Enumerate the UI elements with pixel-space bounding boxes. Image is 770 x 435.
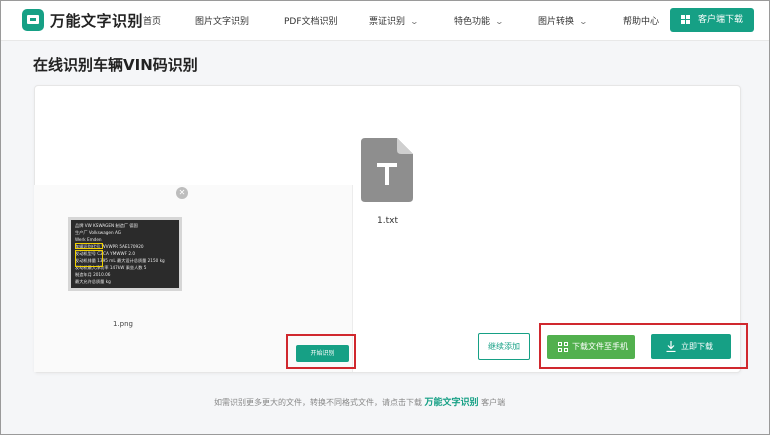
app-logo-icon[interactable] <box>22 9 44 31</box>
nav-image-convert[interactable]: 图片转换 ⌄ <box>538 14 589 27</box>
nav-pdf-ocr[interactable]: PDF文档识别 <box>284 14 338 27</box>
top-header: 万能文字识别 首页 图片文字识别 PDF文档识别 票证识别 ⌄ 特色功能 ⌄ 图片转… <box>1 1 769 41</box>
close-icon[interactable]: ✕ <box>176 187 188 199</box>
uploaded-image-thumbnail: 品牌 VW KSWAGEN 制造厂 德国 生产厂 Volkswagen AG W… <box>68 217 182 291</box>
chevron-down-icon: ⌄ <box>494 17 505 26</box>
uploaded-file-name: 1.png <box>113 320 134 328</box>
download-to-phone-label: 下载文件至手机 <box>572 342 628 351</box>
vin-highlight-box <box>75 243 103 249</box>
download-to-phone-button[interactable]: 下载文件至手机 <box>547 335 635 359</box>
brand-name[interactable]: 万能文字识别 <box>50 10 143 31</box>
nav-help-center[interactable]: 帮助中心 <box>623 14 659 27</box>
nav-special-features[interactable]: 特色功能 ⌄ <box>454 14 505 27</box>
nav-image-ocr[interactable]: 图片文字识别 <box>195 14 249 27</box>
chevron-down-icon: ⌄ <box>578 17 589 26</box>
footer-hint: 如需识别更多更大的文件，转换不同格式文件，请点击下载 万能文字识别 客户端 <box>214 395 505 408</box>
continue-add-button[interactable]: 继续添加 <box>478 333 530 360</box>
plate-text-line: Werk Emden <box>75 237 102 242</box>
vin-highlight-box <box>75 250 103 267</box>
result-file-name: 1.txt <box>377 216 398 226</box>
download-icon <box>666 341 676 352</box>
nav-ticket-ocr[interactable]: 票证识别 ⌄ <box>369 14 420 27</box>
download-now-button[interactable]: 立即下载 <box>651 334 731 359</box>
download-now-label: 立即下载 <box>681 342 713 351</box>
nav-home[interactable]: 首页 <box>143 14 161 27</box>
plate-text-line: 品牌 VW KSWAGEN 制造厂 德国 <box>75 223 138 228</box>
windows-icon <box>681 15 691 25</box>
client-download-button[interactable]: 客户端下载 <box>670 8 754 32</box>
footer-hint-suffix: 客户端 <box>481 398 506 407</box>
footer-brand-link[interactable]: 万能文字识别 <box>425 398 479 408</box>
page-title: 在线识别车辆VIN码识别 <box>33 56 198 74</box>
start-recognition-button[interactable]: 开始识别 <box>296 345 349 362</box>
qr-code-icon <box>558 342 568 352</box>
chevron-down-icon: ⌄ <box>409 17 420 26</box>
plate-text-line: 制造年月 2010.06 <box>75 272 111 277</box>
txt-file-icon[interactable] <box>361 138 413 202</box>
client-download-label: 客户端下载 <box>698 15 744 25</box>
plate-text-line: 生产厂 Volkswagen AG <box>75 230 122 235</box>
footer-hint-text: 如需识别更多更大的文件，转换不同格式文件，请点击下载 <box>214 398 422 407</box>
plate-text-line: 最大允许总质量 kg <box>75 279 111 284</box>
